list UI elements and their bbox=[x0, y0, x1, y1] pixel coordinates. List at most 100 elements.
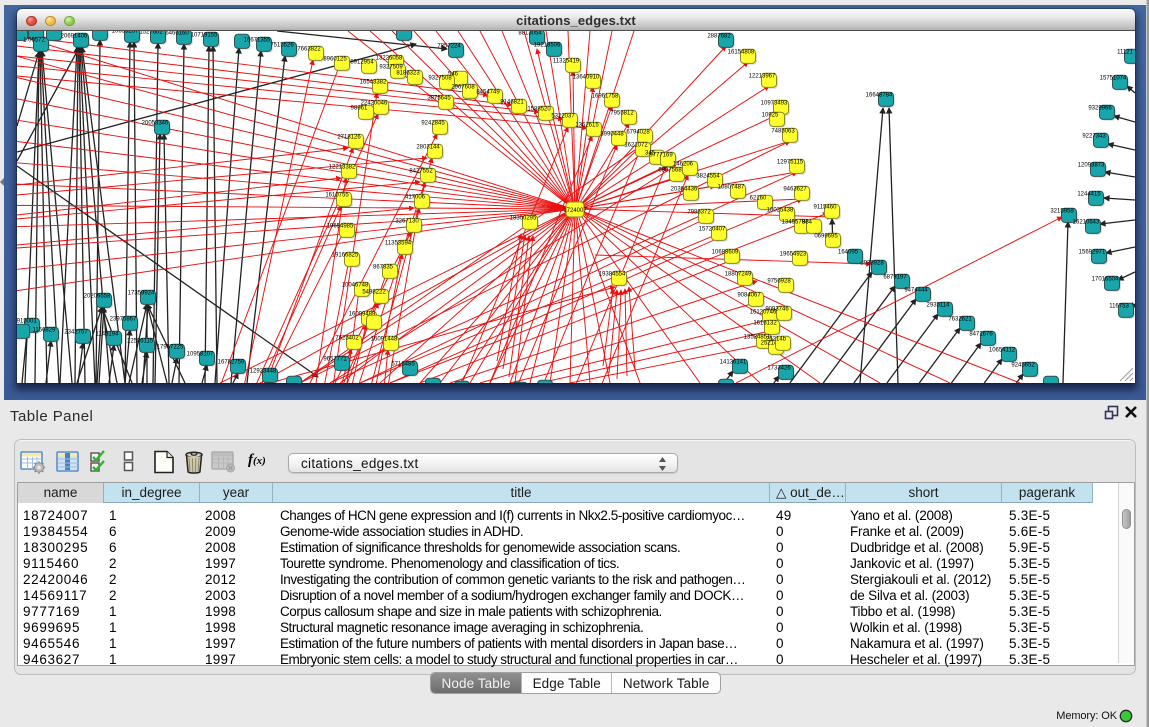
svg-text:8938928: 8938928 bbox=[860, 261, 884, 267]
svg-text:9329966: 9329966 bbox=[1088, 106, 1112, 112]
svg-text:20206558: 20206558 bbox=[84, 294, 111, 300]
svg-text:884: 884 bbox=[802, 220, 813, 226]
svg-text:15692971: 15692971 bbox=[1079, 250, 1106, 256]
svg-text:1588520: 1588520 bbox=[527, 107, 551, 113]
svg-text:10973493: 10973493 bbox=[761, 101, 788, 107]
svg-text:1244415: 1244415 bbox=[1077, 192, 1101, 198]
svg-text:2887682: 2887682 bbox=[707, 34, 731, 40]
svg-text:16033809: 16033809 bbox=[384, 31, 411, 33]
svg-text:164095: 164095 bbox=[838, 250, 859, 256]
svg-text:11121: 11121 bbox=[1117, 50, 1133, 56]
svg-text:13640910: 13640910 bbox=[573, 75, 600, 81]
svg-text:2342757: 2342757 bbox=[64, 330, 88, 336]
svg-text:9777169: 9777169 bbox=[649, 153, 673, 159]
svg-text:3915001: 3915001 bbox=[17, 319, 37, 325]
svg-text:6879197: 6879197 bbox=[883, 275, 907, 281]
svg-text:15751074: 15751074 bbox=[1100, 76, 1127, 82]
svg-text:3215958: 3215958 bbox=[1050, 209, 1074, 215]
svg-text:9474444: 9474444 bbox=[904, 288, 928, 294]
svg-text:7663822: 7663822 bbox=[297, 47, 321, 53]
svg-text:19218506: 19218506 bbox=[534, 43, 561, 49]
svg-text:9227343: 9227343 bbox=[1082, 134, 1106, 140]
svg-text:1724007: 1724007 bbox=[563, 208, 587, 214]
svg-text:10958107: 10958107 bbox=[187, 352, 214, 358]
svg-text:1733426: 1733426 bbox=[767, 366, 791, 372]
svg-text:19166825: 19166825 bbox=[332, 253, 359, 259]
svg-text:9657771: 9657771 bbox=[323, 357, 347, 363]
svg-text:1 05572: 1 05572 bbox=[23, 38, 45, 44]
svg-text:18300295: 18300295 bbox=[510, 216, 537, 222]
svg-text:10046748: 10046748 bbox=[342, 283, 369, 289]
svg-text:16782759: 16782759 bbox=[218, 360, 245, 366]
svg-text:12213967: 12213967 bbox=[749, 74, 776, 80]
svg-text:417006: 417006 bbox=[405, 195, 426, 201]
svg-text:5716485: 5716485 bbox=[391, 362, 415, 368]
svg-text:8427552: 8427552 bbox=[409, 169, 433, 175]
svg-text:9146821: 9146821 bbox=[500, 100, 524, 106]
svg-text:8990448: 8990448 bbox=[600, 132, 624, 138]
svg-text:1156829: 1156829 bbox=[33, 328, 57, 334]
svg-text:10719155: 10719155 bbox=[191, 33, 218, 39]
svg-text:12923448: 12923448 bbox=[250, 369, 277, 375]
svg-text:1145194: 1145194 bbox=[96, 332, 120, 338]
svg-text:7857224: 7857224 bbox=[437, 44, 461, 50]
svg-text:0699695: 0699695 bbox=[814, 234, 838, 240]
svg-text:7515526: 7515526 bbox=[270, 43, 294, 49]
svg-text:16154808: 16154808 bbox=[728, 50, 755, 56]
svg-text:6794028: 6794028 bbox=[626, 130, 650, 136]
svg-text:9245652: 9245652 bbox=[1011, 363, 1035, 369]
svg-text:1621072: 1621072 bbox=[624, 143, 648, 149]
svg-text:7955812: 7955812 bbox=[610, 111, 634, 117]
svg-text:8960125: 8960125 bbox=[323, 57, 347, 63]
svg-text:16648784: 16648784 bbox=[866, 93, 893, 99]
svg-text:23975867: 23975867 bbox=[110, 317, 137, 323]
svg-text:116753: 116753 bbox=[1109, 304, 1129, 310]
svg-text:7625402: 7625402 bbox=[335, 336, 359, 342]
svg-text:3875645: 3875645 bbox=[427, 96, 451, 102]
svg-text:146206: 146206 bbox=[673, 162, 694, 168]
svg-text:5322037: 5322037 bbox=[551, 114, 575, 120]
svg-text:12093873: 12093873 bbox=[1078, 163, 1105, 169]
svg-text:25214b: 25214b bbox=[766, 337, 787, 343]
svg-text:10807487: 10807487 bbox=[718, 185, 745, 191]
svg-text:62160: 62160 bbox=[750, 196, 767, 202]
svg-text:7485063: 7485063 bbox=[771, 129, 795, 135]
svg-text:16210643: 16210643 bbox=[1073, 220, 1100, 226]
svg-text:9242845: 9242845 bbox=[421, 121, 445, 127]
svg-text:2967608: 2967608 bbox=[451, 85, 475, 91]
svg-text:2718126: 2718126 bbox=[337, 135, 361, 141]
svg-text:16543382: 16543382 bbox=[360, 80, 387, 86]
svg-text:19654985: 19654985 bbox=[327, 224, 354, 230]
svg-text:2803144: 2803144 bbox=[416, 145, 440, 151]
svg-text:8454749: 8454749 bbox=[476, 90, 500, 96]
svg-text:2935114: 2935114 bbox=[927, 303, 951, 309]
svg-text:10654112: 10654112 bbox=[989, 348, 1016, 354]
svg-text:9115460: 9115460 bbox=[814, 205, 838, 211]
svg-text:1615132: 1615132 bbox=[753, 321, 777, 327]
svg-text:6466160: 6466160 bbox=[165, 31, 189, 37]
svg-text:3267130: 3267130 bbox=[395, 219, 419, 225]
svg-text:17016504: 17016504 bbox=[1092, 277, 1119, 283]
svg-text:9093746: 9093746 bbox=[765, 307, 789, 313]
svg-text:20053346: 20053346 bbox=[142, 121, 169, 127]
svg-text:11353594: 11353594 bbox=[385, 241, 412, 247]
svg-text:18807249: 18807249 bbox=[725, 272, 752, 278]
svg-text:9084067: 9084067 bbox=[737, 293, 761, 299]
svg-text:1610755: 1610755 bbox=[325, 193, 349, 199]
svg-text:17957225: 17957225 bbox=[157, 345, 184, 351]
svg-text:10925: 10925 bbox=[762, 113, 779, 119]
svg-text:10688609: 10688609 bbox=[712, 250, 739, 256]
svg-text:1527602: 1527602 bbox=[139, 31, 163, 36]
svg-text:17359924: 17359924 bbox=[128, 291, 155, 297]
svg-text:10025438: 10025438 bbox=[767, 208, 794, 214]
svg-text:14136141: 14136141 bbox=[720, 360, 747, 366]
svg-text:20691406: 20691406 bbox=[61, 34, 88, 40]
svg-text:6897568: 6897568 bbox=[658, 168, 682, 174]
svg-text:1362615: 1362615 bbox=[575, 123, 599, 129]
svg-text:9463627: 9463627 bbox=[783, 187, 807, 193]
svg-text:12213382: 12213382 bbox=[329, 165, 356, 171]
svg-text:10655267: 10655267 bbox=[112, 31, 139, 35]
svg-text:15720407: 15720407 bbox=[699, 227, 726, 233]
svg-text:12505115: 12505115 bbox=[127, 339, 154, 345]
svg-text:9327508: 9327508 bbox=[428, 76, 452, 82]
